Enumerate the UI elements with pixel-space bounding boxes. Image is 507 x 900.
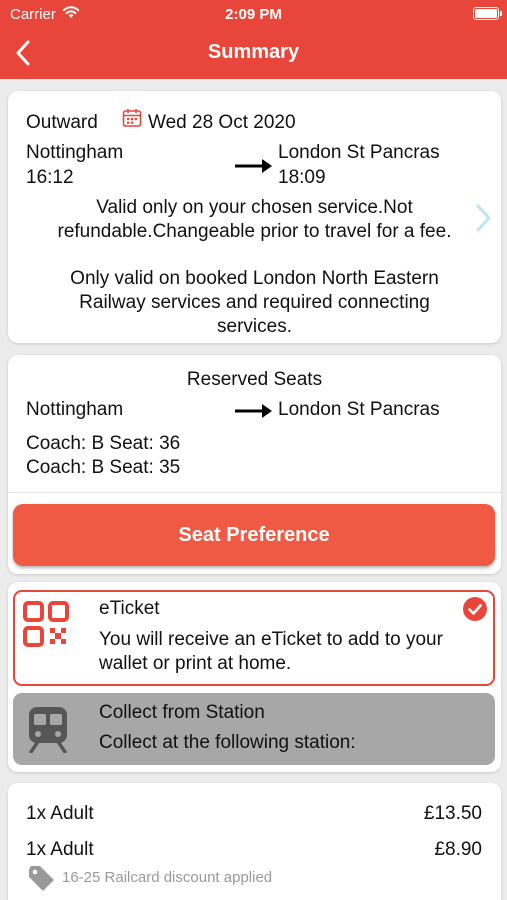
battery-icon: [473, 7, 502, 20]
fare-amount: £8.90: [434, 839, 482, 860]
validity-line: Railway services and required connecting: [79, 292, 430, 313]
eticket-description: wallet or print at home.: [99, 653, 292, 674]
fare-amount: £13.50: [423, 803, 482, 824]
validity-line: Only valid on booked London North Easter…: [70, 268, 439, 289]
reserved-seats-heading: Reserved Seats: [186, 369, 323, 390]
ticket-validity: Only valid on booked London North Easter…: [8, 267, 501, 339]
chevron-right-icon[interactable]: [474, 203, 492, 238]
status-bar: Carrier 2:09 PM: [0, 0, 507, 28]
collect-description: Collect at the following station:: [99, 732, 356, 753]
calendar-icon: [122, 108, 142, 133]
train-icon: [25, 705, 71, 758]
journey-direction: Outward: [26, 112, 98, 133]
arrival-time: 18:09: [278, 167, 326, 188]
seat-preference-button[interactable]: Seat Preference: [13, 504, 495, 566]
status-time: 2:09 PM: [225, 6, 282, 23]
qr-code-icon: [22, 600, 72, 655]
ticket-conditions: Valid only on your chosen service.Not re…: [8, 196, 501, 244]
navigation-bar: Summary: [0, 30, 507, 76]
eticket-title: eTicket: [99, 598, 160, 619]
delivery-options-card: eTicket You will receive an eTicket to a…: [8, 582, 501, 772]
origin-station: Nottingham: [26, 142, 124, 163]
arrow-right-icon: [234, 402, 274, 425]
railcard-discount-note: 16-25 Railcard discount applied: [62, 869, 273, 886]
seat-destination-station: London St Pancras: [278, 399, 440, 420]
collect-from-station-option[interactable]: Collect from Station Collect at the foll…: [13, 693, 495, 765]
price-breakdown-card: 1x Adult £13.50 1x Adult £8.90 16-25 Rai…: [8, 783, 501, 900]
conditions-line: refundable.Changeable prior to travel fo…: [57, 221, 452, 242]
reserved-seats-card: Reserved Seats Nottingham London St Panc…: [8, 355, 501, 574]
price-tag-icon: [27, 864, 55, 897]
conditions-line: Valid only on your chosen service.Not: [96, 197, 413, 218]
seat-assignment: Coach: B Seat: 36: [26, 433, 181, 454]
validity-line: services.: [217, 316, 292, 337]
arrow-right-icon: [234, 157, 274, 180]
departure-time: 16:12: [26, 167, 74, 188]
seat-origin-station: Nottingham: [26, 399, 124, 420]
eticket-option[interactable]: eTicket You will receive an eTicket to a…: [13, 590, 495, 686]
collect-title: Collect from Station: [99, 702, 265, 723]
fare-label: 1x Adult: [26, 839, 94, 860]
seat-assignment: Coach: B Seat: 35: [26, 457, 181, 478]
header-bar: Carrier 2:09 PM Summary: [0, 0, 507, 79]
eticket-description: You will receive an eTicket to add to yo…: [99, 629, 443, 650]
destination-station: London St Pancras: [278, 142, 440, 163]
journey-card[interactable]: Outward Wed 28 Oct 2020 Nottingham 16:12…: [8, 91, 501, 343]
page-title: Summary: [207, 41, 300, 63]
checkmark-circle-icon: [463, 597, 487, 621]
journey-date: Wed 28 Oct 2020: [148, 112, 296, 133]
fare-label: 1x Adult: [26, 803, 94, 824]
divider: [8, 492, 501, 493]
